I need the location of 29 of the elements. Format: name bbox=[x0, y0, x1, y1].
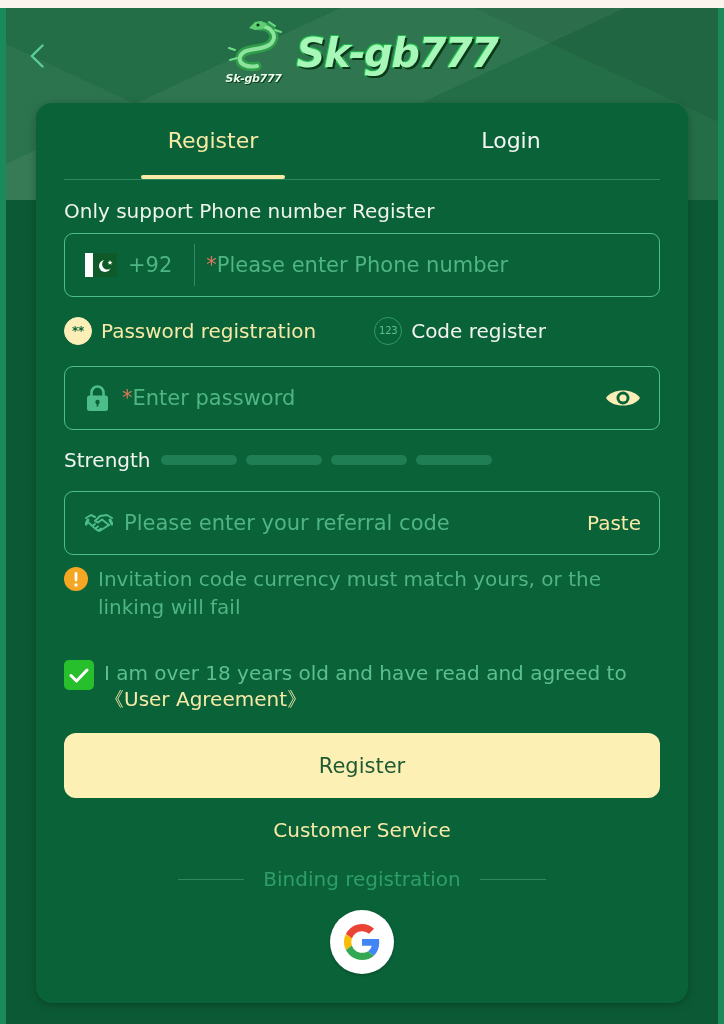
auth-tab[interactable]: Login bbox=[362, 103, 660, 179]
password-input[interactable]: Enter password bbox=[132, 383, 597, 413]
warning-icon bbox=[64, 567, 88, 591]
required-mark: * bbox=[206, 252, 217, 278]
agreement-checkbox[interactable] bbox=[64, 660, 94, 690]
emblem-text: Sk-gb777 bbox=[225, 72, 282, 86]
google-button[interactable] bbox=[330, 910, 394, 974]
back-icon[interactable] bbox=[30, 44, 44, 68]
register-button[interactable]: Register bbox=[64, 733, 660, 798]
handshake-icon bbox=[85, 513, 113, 533]
user-agreement-link[interactable]: 《User Agreement》 bbox=[104, 687, 308, 711]
strength-label: Strength bbox=[64, 448, 151, 472]
agreement-text: I am over 18 years old and have read and agreed to 《User Agreement》 bbox=[104, 660, 628, 712]
customer-service-link[interactable]: Customer Service bbox=[273, 817, 451, 843]
registration-mode-option[interactable]: 123 Code register bbox=[374, 317, 546, 345]
lock-icon bbox=[87, 385, 108, 411]
phone-note: Only support Phone number Register bbox=[64, 198, 436, 224]
referral-field[interactable]: Please enter your referral code Paste bbox=[64, 491, 660, 555]
auth-tab[interactable]: Register bbox=[64, 103, 362, 179]
logo-text: Sk-gb777 bbox=[295, 29, 500, 78]
paste-button[interactable]: Paste bbox=[587, 511, 641, 535]
flag-icon bbox=[85, 253, 117, 277]
registration-mode-option[interactable]: ** Password registration bbox=[64, 317, 317, 345]
mode-symbol: ** bbox=[64, 317, 92, 345]
check-icon bbox=[69, 667, 89, 683]
warning-text: Invitation code currency must match yours, or the linking will fail bbox=[98, 566, 602, 621]
required-mark: * bbox=[122, 385, 133, 411]
google-g-icon bbox=[344, 924, 380, 960]
binding-registration-label: Binding registration bbox=[263, 866, 461, 892]
